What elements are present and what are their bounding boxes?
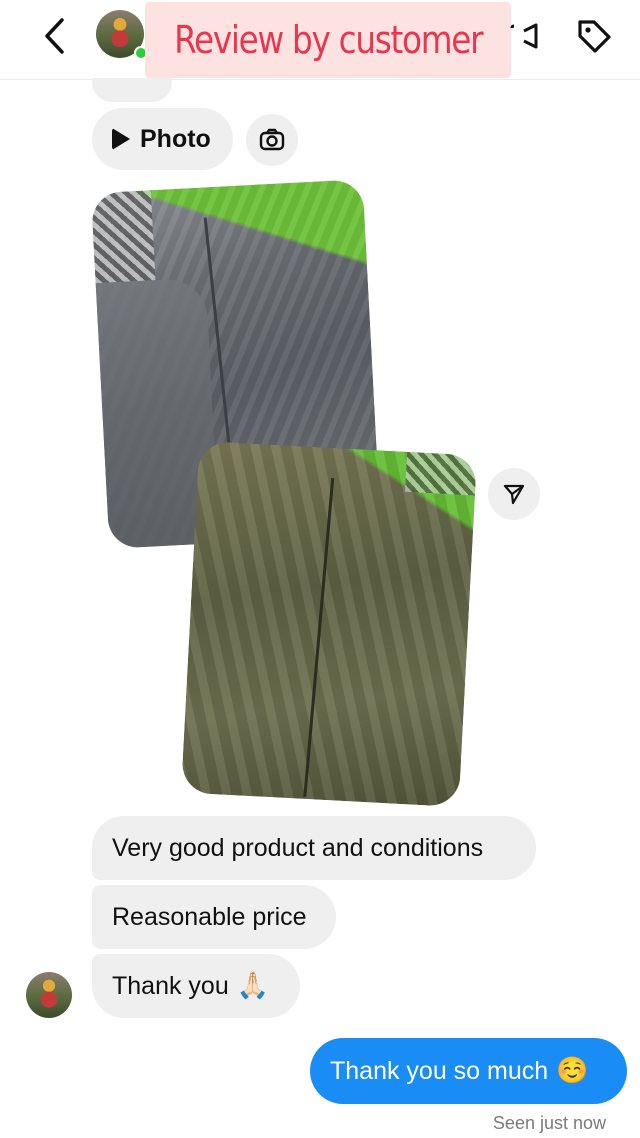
review-banner: Review by customer: [145, 2, 511, 78]
share-button[interactable]: [488, 468, 540, 520]
jacket-zipper: [303, 477, 335, 798]
video-camera-icon: [510, 23, 538, 49]
tag-icon: [578, 20, 611, 53]
incoming-message[interactable]: Reasonable price: [92, 885, 336, 949]
back-button[interactable]: [36, 16, 72, 56]
paper-plane-icon: [503, 484, 525, 505]
photo-label: Photo: [140, 124, 211, 153]
folded-hands-emoji: 🙏🏻: [236, 971, 270, 1001]
jacket-photo-2[interactable]: [180, 440, 478, 808]
chat-header: Review by customer: [0, 0, 640, 80]
tag-button[interactable]: [572, 14, 616, 58]
video-call-button[interactable]: [510, 18, 540, 54]
play-icon: [112, 128, 130, 150]
camera-button[interactable]: [246, 114, 298, 166]
incoming-message[interactable]: Very good product and conditions: [92, 816, 536, 880]
seen-status: Seen just now: [492, 1113, 606, 1133]
photo-message-button[interactable]: Photo: [92, 108, 233, 170]
smiling-face-emoji: ☺️: [556, 1056, 589, 1086]
previous-message-bubble: [92, 78, 172, 102]
banner-title: Review by customer: [173, 18, 483, 62]
outgoing-message[interactable]: Thank you so much ☺️: [310, 1038, 627, 1104]
message-text: Reasonable price: [112, 902, 307, 931]
incoming-message[interactable]: Thank you 🙏🏻: [92, 954, 300, 1018]
photo-background-pattern: [405, 451, 478, 496]
message-text: Very good product and conditions: [112, 833, 484, 862]
photo-background-pattern: [90, 190, 156, 284]
message-text: Thank you so much: [330, 1056, 549, 1085]
sender-avatar[interactable]: [26, 972, 72, 1018]
message-text: Thank you: [112, 971, 229, 1000]
chevron-left-icon: [45, 18, 64, 54]
camera-icon: [259, 128, 285, 151]
